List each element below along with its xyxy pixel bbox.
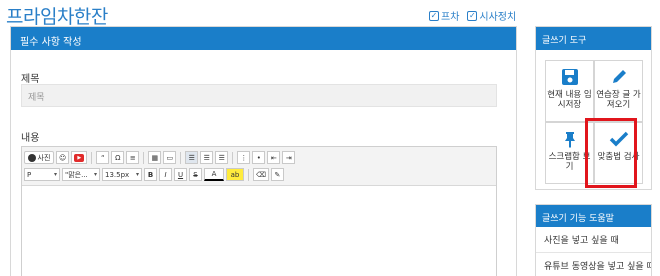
emoticon-button[interactable]: ☺ — [56, 151, 70, 164]
help-item-photo[interactable]: 사진을 넣고 싶을 때 — [536, 227, 651, 253]
chevron-down-icon: ▾ — [93, 171, 97, 178]
italic-button[interactable]: I — [159, 168, 172, 181]
numbered-list-button[interactable]: ⋮ — [237, 151, 251, 164]
align-center-button[interactable]: ☰ — [200, 151, 214, 164]
paragraph-select[interactable]: P ▾ — [24, 168, 60, 181]
title-label: 제목 — [21, 74, 40, 85]
paragraph-value: P — [27, 170, 32, 179]
font-select[interactable]: "맑은... ▾ — [62, 168, 100, 181]
temp-save-button[interactable]: 현재 내용 임시저장 — [545, 60, 594, 122]
align-right-button[interactable]: ☰ — [215, 151, 229, 164]
indent-button[interactable]: ⇥ — [282, 151, 296, 164]
quote-button[interactable]: “ — [96, 151, 110, 164]
site-title[interactable]: 프라임차한잔 — [6, 2, 108, 29]
help-item-youtube[interactable]: 유튜브 동영상을 넣고 싶을 때 — [536, 253, 651, 276]
underline-button[interactable]: U — [174, 168, 187, 181]
spell-check-highlight — [585, 118, 637, 188]
youtube-icon: ▶ — [74, 153, 85, 162]
content-label: 내용 — [21, 133, 40, 144]
category-check-pcha[interactable]: ✓ 프차 — [429, 8, 459, 23]
pencil-icon — [610, 67, 628, 87]
camera-icon — [27, 153, 36, 162]
toolbar-row-1: 사진 ☺ ▶ “ Ω ≡ ▦ ▭ ☰ ☰ ☰ ⋮ • ⇤ ⇥ — [24, 149, 494, 166]
checkbox-icon[interactable]: ✓ — [467, 10, 478, 21]
title-input[interactable]: 제목 — [21, 84, 497, 107]
outdent-button[interactable]: ⇤ — [267, 151, 281, 164]
toolbar-row-2: P ▾ "맑은... ▾ 13.5px ▾ B I U S A ab ⌫ ✎ — [24, 166, 494, 183]
writing-tools-title: 글쓰기 도구 — [536, 27, 651, 50]
special-char-button[interactable]: Ω — [111, 151, 125, 164]
insert-photo-label: 사진 — [37, 153, 51, 162]
checkbox-icon[interactable]: ✓ — [429, 10, 439, 21]
temp-save-label: 현재 내용 임시저장 — [547, 90, 592, 110]
highlight-color-button[interactable]: ab — [226, 168, 244, 181]
bulleted-list-button[interactable]: • — [252, 151, 266, 164]
category-check-label: 프차 — [441, 12, 460, 23]
font-value: "맑은... — [65, 170, 88, 179]
align-left-button[interactable]: ☰ — [185, 151, 199, 164]
save-icon — [561, 67, 579, 87]
table-button[interactable]: ▦ — [148, 151, 162, 164]
category-check-label: 시사정치 — [479, 12, 517, 23]
help-panel: 글쓰기 기능 도움말 사진을 넣고 싶을 때 유튜브 동영상을 넣고 싶을 때 — [535, 204, 652, 276]
font-color-button[interactable]: A — [204, 168, 224, 181]
chevron-down-icon: ▾ — [53, 171, 57, 178]
strikethrough-button[interactable]: S — [189, 168, 202, 181]
content-editor[interactable]: 사진 ☺ ▶ “ Ω ≡ ▦ ▭ ☰ ☰ ☰ ⋮ • ⇤ ⇥ P ▾ "맑은..… — [21, 146, 497, 276]
chevron-down-icon: ▾ — [135, 171, 139, 178]
help-title: 글쓰기 기능 도움말 — [536, 205, 651, 227]
import-practice-label: 연습장 글 가져오기 — [596, 90, 641, 110]
font-size-value: 13.5px — [105, 170, 130, 179]
panel-title: 필수 사항 작성 — [11, 27, 516, 50]
import-practice-button[interactable]: 연습장 글 가져오기 — [594, 60, 643, 122]
format-painter-button[interactable]: ✎ — [270, 168, 284, 181]
bold-button[interactable]: B — [144, 168, 157, 181]
insert-photo-button[interactable]: 사진 — [24, 151, 54, 164]
category-checks: ✓ 프차 ✓ 시사정치 — [429, 8, 516, 23]
eraser-button[interactable]: ⌫ — [253, 168, 269, 181]
pin-icon — [561, 129, 579, 149]
youtube-button[interactable]: ▶ — [71, 151, 88, 164]
horizontal-line-button[interactable]: ≡ — [126, 151, 140, 164]
category-check-politics[interactable]: ✓ 시사정치 — [467, 8, 516, 23]
editor-toolbar: 사진 ☺ ▶ “ Ω ≡ ▦ ▭ ☰ ☰ ☰ ⋮ • ⇤ ⇥ P ▾ "맑은..… — [22, 147, 496, 186]
font-size-select[interactable]: 13.5px ▾ — [102, 168, 142, 181]
image-border-button[interactable]: ▭ — [163, 151, 177, 164]
